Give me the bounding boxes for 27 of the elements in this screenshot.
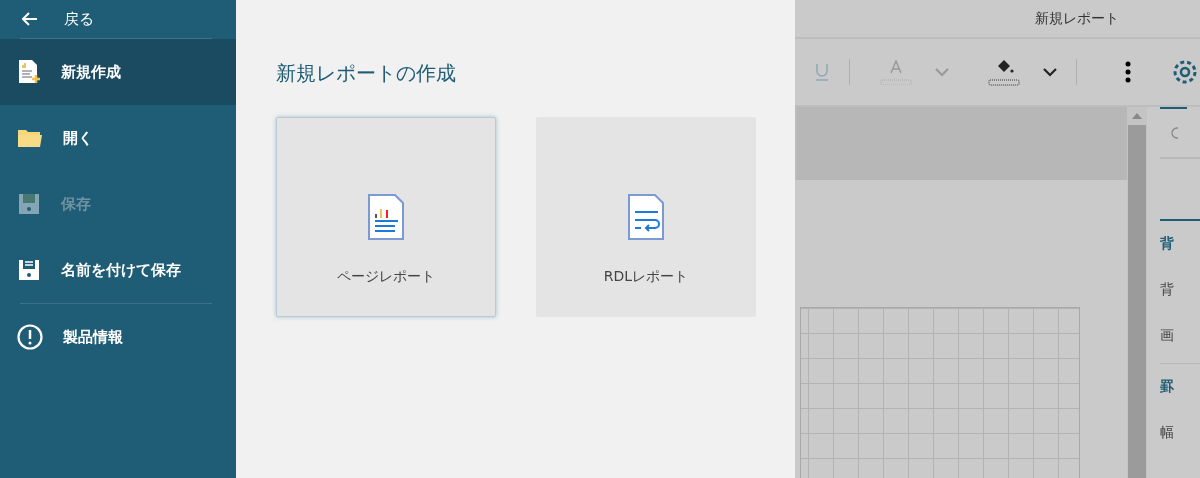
menu-item[interactable]: 名前を付けて保存 <box>0 237 236 303</box>
back-button[interactable]: 戻る <box>0 0 236 38</box>
wrap-document-icon <box>625 194 667 242</box>
font-color-icon <box>880 59 912 85</box>
menu-item[interactable]: 開く <box>0 105 236 171</box>
new-document-icon <box>17 59 41 85</box>
property-label: 背 <box>1160 280 1175 299</box>
folder-icon <box>17 127 43 149</box>
settings-icon <box>1171 58 1199 86</box>
menu-item[interactable]: 製品情報 <box>0 304 236 370</box>
back-arrow-icon <box>22 12 38 26</box>
section-heading: 罫 <box>1160 377 1175 396</box>
document-title: 新規レポート <box>1035 9 1119 28</box>
report-document-icon <box>365 194 407 242</box>
report-type-card[interactable]: RDLレポート <box>536 117 756 317</box>
report-type-card[interactable]: ページレポート <box>276 117 496 317</box>
exclamation-circle-icon <box>17 324 43 350</box>
underline-icon <box>815 63 829 81</box>
paint-bucket-icon <box>988 58 1020 86</box>
property-label: 幅 <box>1160 423 1175 442</box>
panel-title: 新規レポートの作成 <box>276 60 457 87</box>
scroll-up-icon[interactable] <box>1132 113 1142 119</box>
chevron-down-icon[interactable] <box>1042 67 1058 77</box>
more-vertical-icon <box>1125 61 1131 83</box>
property-label: 画 <box>1160 326 1175 345</box>
menu-item[interactable]: 新規作成 <box>0 39 236 105</box>
section-heading: 背 <box>1160 234 1175 253</box>
